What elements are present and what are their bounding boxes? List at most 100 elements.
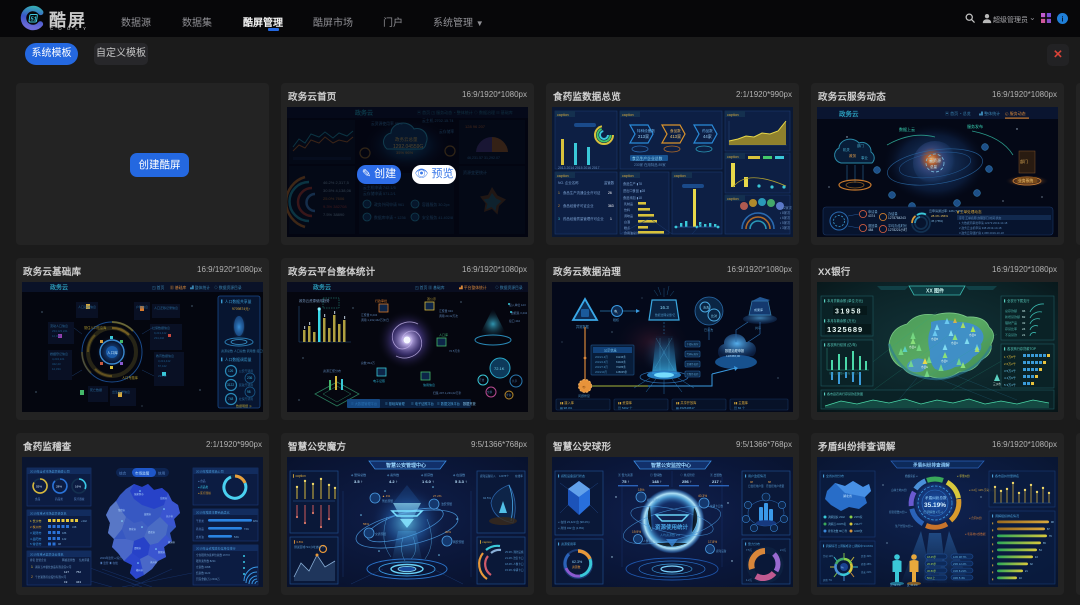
svg-text:◇ 重点管控: ◇ 重点管控 xyxy=(680,473,695,477)
svg-text:▣ 出警数: ▣ 出警数 xyxy=(710,473,722,477)
svg-text:2019/4-6月: 2019/4-6月 xyxy=(595,360,608,364)
svg-text:18-25岁: 18-25岁 xyxy=(927,555,937,559)
svg-text:▍全农行下属支行: ▍全农行下属支行 xyxy=(1004,298,1030,303)
svg-text:◇ 数据资源目录: ◇ 数据资源目录 xyxy=(495,285,523,290)
svg-text:+342: +342 xyxy=(81,519,87,523)
svg-text:网安预警: 网安预警 xyxy=(453,540,464,544)
svg-text:44家: 44家 xyxy=(703,133,713,139)
svg-text:2019年重点市场监管县区名: 2019年重点市场监管县区名 xyxy=(30,511,67,516)
svg-text:娄底市: 娄底市 xyxy=(148,530,156,534)
svg-text:长沙市: 长沙市 xyxy=(166,514,174,518)
svg-text:☰ 电子证照平台: ☰ 电子证照平台 xyxy=(411,401,434,406)
svg-text:调解员 23476名: 调解员 23476名 xyxy=(828,522,847,526)
svg-text:2019/1-3月: 2019/1-3月 xyxy=(595,355,608,359)
svg-text:2019年全省市场监管抽查公司: 2019年全省市场监管抽查公司 xyxy=(30,469,70,474)
svg-text:行政审批: 行政审批 xyxy=(375,298,387,303)
svg-text:NO. 企业名称: NO. 企业名称 xyxy=(558,180,579,185)
svg-text:▮: ▮ xyxy=(992,564,993,567)
svg-text:127: 127 xyxy=(64,570,69,574)
svg-text:株洲市: 株洲市 xyxy=(168,540,176,544)
svg-text:234,442: 234,442 xyxy=(154,336,165,340)
svg-text:资源总数 人口总数 调用量 接口数: 资源总数 人口总数 调用量 接口数 xyxy=(221,348,263,353)
svg-text:▍本月贷款余额 (单位:万元): ▍本月贷款余额 (单位:万元) xyxy=(824,298,863,303)
svg-text:230家 在用特品 89家: 230家 在用特品 89家 xyxy=(634,162,666,167)
svg-text:◉ 监管 ◉ 在线: ◉ 监管 ◉ 在线 xyxy=(100,561,118,565)
svg-text:食品经营许可证企业: 食品经营许可证企业 xyxy=(563,203,594,208)
svg-text:31958: 31958 xyxy=(835,309,862,316)
svg-text:男 59.7%: 男 59.7% xyxy=(890,583,901,587)
svg-text:▮: ▮ xyxy=(992,536,993,539)
svg-text:5 常德市: 5 常德市 xyxy=(30,541,42,546)
svg-text:75 ↑: 75 ↑ xyxy=(622,479,630,484)
svg-text:数据开放: 数据开放 xyxy=(463,401,477,406)
svg-text:15.3% 车辆卡口: 15.3% 车辆卡口 xyxy=(505,568,524,572)
svg-text:◳ 首页: ◳ 首页 xyxy=(152,285,164,290)
svg-text:2019年全省稽查办案单位排行: 2019年全省稽查办案单位排行 xyxy=(196,546,236,551)
svg-text:2019/7-9月: 2019/7-9月 xyxy=(595,365,608,369)
svg-text:caption: caption xyxy=(557,113,569,117)
svg-text:社保数据信息: 社保数据信息 xyxy=(152,325,170,330)
svg-text:总数 812万: 总数 812万 xyxy=(361,361,375,365)
svg-text:2 政务云主机申请 948 2019-10: 2 政务云主机申请 948 2019-10-18 xyxy=(959,226,1002,230)
svg-text:82: 82 xyxy=(1022,315,1026,319)
svg-text:接入单位 123: 接入单位 123 xyxy=(509,303,526,307)
svg-text:治安预警: 治安预警 xyxy=(441,502,452,506)
svg-text:综合: 综合 xyxy=(119,471,127,476)
svg-text:信用评级: 信用评级 xyxy=(79,558,90,562)
svg-text:损害赔偿纠纷 ⚹: 损害赔偿纠纷 ⚹ xyxy=(889,510,907,514)
svg-text:刑侦预警: 刑侦预警 xyxy=(382,499,393,503)
svg-text:▪ 12家次: ▪ 12家次 xyxy=(780,205,793,210)
svg-text:caption: caption xyxy=(674,174,686,178)
svg-text:数据明细 ≫: 数据明细 ≫ xyxy=(236,403,252,408)
svg-text:⚹ 邻里纠纷: ⚹ 邻里纠纷 xyxy=(957,474,970,478)
svg-text:4 4万9千: 4 4万9千 xyxy=(1004,375,1016,380)
svg-text:排查次数 86万件: 排查次数 86万件 xyxy=(828,529,848,533)
svg-text:资源使用统计: 资源使用统计 xyxy=(655,523,689,531)
svg-text:网格巡查数: 网格巡查数 xyxy=(62,558,75,562)
svg-text:7.5万: 7.5万 xyxy=(746,548,753,552)
svg-text:217 ↑: 217 ↑ xyxy=(712,479,722,484)
svg-text:28.3% 156%: 28.3% 156% xyxy=(931,214,948,218)
svg-text:24: 24 xyxy=(1022,327,1026,331)
svg-text:食品生产 ▮78: 食品生产 ▮78 xyxy=(623,181,642,186)
svg-text:2 6万2千: 2 6万2千 xyxy=(1004,361,1016,366)
svg-text:政务: 政务 xyxy=(849,153,857,158)
svg-text:信用: 信用 xyxy=(158,471,166,476)
svg-text:数据治理总量/亿: 数据治理总量/亿 xyxy=(655,313,676,317)
svg-text:XX 图件: XX 图件 xyxy=(926,288,944,295)
svg-text:70286条: 70286条 xyxy=(616,365,626,369)
svg-text:484: 484 xyxy=(868,228,874,232)
svg-text:62.3%: 62.3% xyxy=(572,560,583,564)
svg-text:2376家: 2376家 xyxy=(854,515,863,519)
svg-text:55%: 55% xyxy=(36,485,42,489)
svg-text:女 40.3%: 女 40.3% xyxy=(907,583,918,587)
svg-text:云资源: 云资源 xyxy=(929,157,941,163)
svg-text:千金湘潭药业股份有限公司: 千金湘潭药业股份有限公司 xyxy=(35,575,67,579)
svg-text:益阳市: 益阳市 xyxy=(144,512,152,516)
svg-text:市县C: 市县C xyxy=(951,341,958,345)
svg-text:5 3万4千: 5 3万4千 xyxy=(1004,382,1016,387)
svg-text:新增贷款额: 新增贷款额 xyxy=(1005,314,1020,319)
svg-text:▟ 整体统计: ▟ 整体统计 xyxy=(979,110,1000,116)
svg-text:▍用户监控情况: ▍用户监控情况 xyxy=(745,473,766,478)
svg-text:查询: 查询 xyxy=(506,393,512,397)
svg-text:1 长沙市: 1 长沙市 xyxy=(30,518,42,523)
svg-text:人口库: 人口库 xyxy=(107,350,118,355)
svg-text:食品添加 ▮18: 食品添加 ▮18 xyxy=(623,195,642,200)
svg-text:2: 2 xyxy=(558,204,560,208)
svg-text:食品数: 食品数 xyxy=(670,128,681,133)
svg-text:食品: 食品 xyxy=(35,497,41,501)
svg-text:▍人口数据调用量: ▍人口数据调用量 xyxy=(221,357,252,362)
svg-text:全省稽查办案单位总数 16772: 全省稽查办案单位总数 16772 xyxy=(196,553,230,557)
svg-text:4.2 ↑: 4.2 ↑ xyxy=(389,479,398,484)
svg-text:总存款额: 总存款额 xyxy=(1005,308,1017,313)
svg-text:16%: 16% xyxy=(75,485,81,489)
svg-text:人口基础信息: 人口基础信息 xyxy=(78,304,96,309)
svg-text:2 株洲市: 2 株洲市 xyxy=(30,524,42,529)
svg-text:67,442: 67,442 xyxy=(158,364,167,368)
svg-text:1278221小时: 1278221小时 xyxy=(888,227,908,232)
svg-text:药品类: 药品类 xyxy=(55,497,63,501)
svg-text:测试区域724小时波动 ↗: 测试区域724小时波动 ↗ xyxy=(294,545,325,549)
svg-text:◈ 抓获数: ◈ 抓获数 xyxy=(421,472,433,477)
svg-text:▦ 基础库: ▦ 基础库 xyxy=(170,285,186,290)
